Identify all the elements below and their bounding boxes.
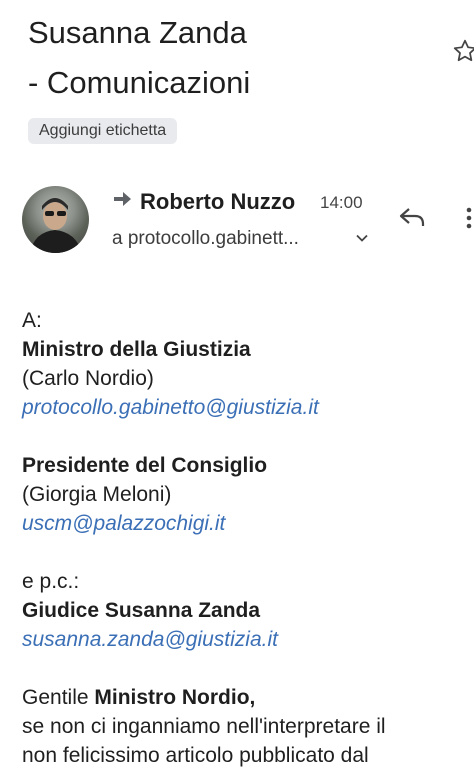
greeting-name: Ministro Nordio, bbox=[94, 686, 256, 709]
add-label-button[interactable]: Aggiungi etichetta bbox=[28, 118, 178, 144]
recipient-2-title: Presidente del Consiglio bbox=[22, 454, 268, 477]
recipient-summary[interactable]: a protocollo.gabinett... bbox=[112, 226, 299, 252]
recipient-1-title: Ministro della Giustizia bbox=[22, 338, 251, 361]
cc-label: e p.c.: bbox=[22, 570, 80, 593]
avatar[interactable] bbox=[22, 186, 89, 253]
body-line-1: se non ci inganniamo nell'interpretare i… bbox=[22, 715, 386, 738]
avatar-photo bbox=[30, 198, 82, 253]
recipient-1-email-link[interactable]: protocollo.gabinetto@giustizia.it bbox=[22, 393, 474, 422]
email-subject: Susanna Zanda - Comunicazioni bbox=[28, 8, 448, 108]
cc-title: Giudice Susanna Zanda bbox=[22, 599, 261, 622]
reply-icon[interactable] bbox=[397, 204, 427, 228]
subject-line-2: - Comunicazioni bbox=[28, 65, 251, 100]
recipient-2-name: (Giorgia Meloni) bbox=[22, 483, 172, 506]
recipient-2-email-link[interactable]: uscm@palazzochigi.it bbox=[22, 509, 474, 538]
subject-line-1: Susanna Zanda bbox=[28, 15, 247, 50]
email-body: A: Ministro della Giustizia (Carlo Nordi… bbox=[22, 306, 474, 770]
email-time: 14:00 bbox=[320, 193, 363, 212]
forward-arrow-icon bbox=[114, 192, 131, 206]
sender-name[interactable]: Roberto Nuzzo bbox=[140, 188, 295, 216]
to-label: A: bbox=[22, 309, 42, 332]
greeting: Gentile Ministro Nordio, bbox=[22, 683, 474, 712]
greeting-prefix: Gentile bbox=[22, 686, 89, 709]
cc-email-link[interactable]: susanna.zanda@giustizia.it bbox=[22, 625, 474, 654]
star-icon[interactable] bbox=[452, 38, 474, 64]
more-vert-icon[interactable] bbox=[464, 206, 474, 230]
chevron-down-icon[interactable] bbox=[355, 231, 369, 245]
body-line-2: non felicissimo articolo pubblicato dal bbox=[22, 744, 369, 767]
recipient-1-name: (Carlo Nordio) bbox=[22, 367, 154, 390]
